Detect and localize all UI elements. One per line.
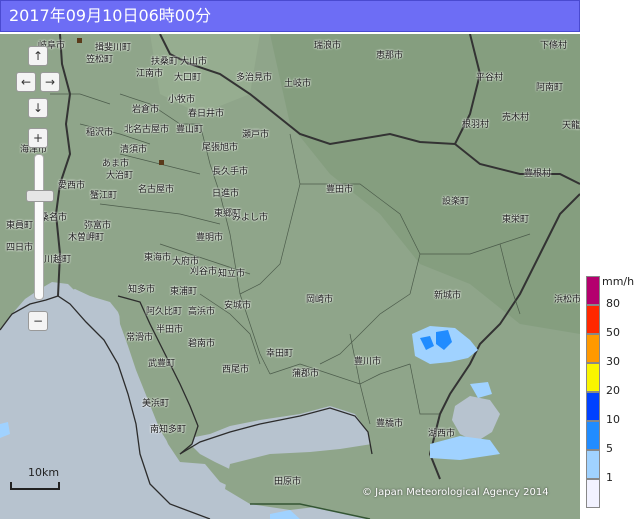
place-label-shitara: 設楽町 [442,197,470,207]
place-label-inuyama: 大山市 [180,57,208,67]
pan-down-button[interactable]: ↓ [28,98,48,118]
place-label-agui: 阿久比町 [146,307,183,317]
legend-level-label: 80 [606,297,620,310]
place-label-miyoshi: みよし市 [232,213,269,223]
place-label-urugi: 売木村 [502,113,530,123]
timestamp-label: 2017年09月10日06時00分 [9,6,212,25]
place-label-oguchi: 大口町 [174,73,202,83]
place-label-oharu: 大治町 [106,171,134,181]
zoom-slider-thumb[interactable] [26,190,54,202]
legend-level-label: 50 [606,326,620,339]
legend-swatch [586,305,600,334]
zoom-out-button[interactable]: − [28,311,48,331]
legend-level-label: 20 [606,384,620,397]
place-label-hiraya: 平谷村 [476,73,504,83]
place-label-shinshiro: 新城市 [434,291,462,301]
legend-swatch [586,334,600,363]
place-label-shimojo: 下條村 [540,41,568,51]
zoom-slider-track[interactable] [34,154,44,300]
place-label-kanie: 蟹江町 [90,191,118,201]
map-base [0,34,580,519]
place-label-toyokawa: 豊川市 [354,357,382,367]
place-label-nisshin: 日進市 [212,189,240,199]
pan-right-button[interactable]: → [40,72,60,92]
place-label-tokai: 東海市 [144,253,172,263]
place-label-toyoyama: 豊山町 [176,125,204,135]
radar-map[interactable]: 岐阜市 揖斐川町 笠松町 瑞浪市 恵那市 下條村 扶桑町 大山市 江南市 大口町… [0,34,580,519]
place-label-hekinan: 碧南市 [188,339,216,349]
place-label-nishio: 西尾市 [222,365,250,375]
place-label-yokkaichi: 四日市 [6,243,34,253]
place-label-kariya: 刈谷市 [190,267,218,277]
place-label-toyota: 豊田市 [326,185,354,195]
timestamp-bar: 2017年09月10日06時00分 [0,0,580,32]
legend-level-label: 30 [606,355,620,368]
place-label-aisai: 愛西市 [58,181,86,191]
zoom-in-button[interactable]: + [28,128,48,148]
legend-swatch [586,392,600,421]
place-label-komaki: 小牧市 [168,95,196,105]
place-label-mizunami: 瑞浪市 [314,41,342,51]
place-label-toyohashi: 豊橋市 [376,419,404,429]
place-label-tenryu: 天龍 [562,121,580,131]
place-label-konan: 江南市 [136,69,164,79]
town-marker [159,160,164,165]
place-label-kiyosu: 清須市 [120,145,148,155]
place-label-kuwana: 桑名市 [40,213,68,223]
place-label-takahama: 高浜市 [188,307,216,317]
pan-left-button[interactable]: ← [16,72,36,92]
place-label-nagoya: 名古屋市 [138,185,175,195]
legend-level-label: 10 [606,413,620,426]
place-label-neba: 根羽村 [462,120,490,130]
place-label-ena: 恵那市 [376,51,404,61]
legend-swatch [586,276,600,305]
place-label-seto: 瀬戸市 [242,130,270,140]
legend-level-label: 1 [606,471,613,484]
place-label-nagakute: 長久手市 [212,167,249,177]
place-label-anjo: 安城市 [224,301,252,311]
scale-label: 10km [28,466,60,479]
place-label-hamamatsu: 浜松市 [554,295,580,305]
legend-swatch [586,421,600,450]
place-label-kota: 幸田町 [266,349,294,359]
town-marker [77,38,82,43]
place-label-toyone: 豊根村 [524,169,552,179]
pan-up-button[interactable]: ↑ [28,46,48,66]
place-label-gamagori: 蒲郡市 [292,369,320,379]
place-label-tahara: 田原市 [274,477,302,487]
legend-unit: mm/h [602,275,635,288]
scale-bar: 10km [10,466,62,492]
legend-swatch [586,363,600,392]
place-label-iwakura: 岩倉市 [132,105,160,115]
legend-level-label: 5 [606,442,613,455]
place-label-tokoname: 常滑市 [126,333,154,343]
place-label-tajimi: 多治見市 [236,73,273,83]
place-label-toki: 土岐市 [284,79,312,89]
place-label-chiryu: 知立市 [218,269,246,279]
place-label-toin: 東員町 [6,221,34,231]
place-label-anan: 阿南町 [536,83,564,93]
place-label-kitanagoya: 北名古屋市 [124,125,170,135]
place-label-kisosaki: 木曽岬町 [68,233,105,243]
place-label-higashiura: 東浦町 [170,287,198,297]
place-label-mihama: 美浜町 [142,399,170,409]
place-label-taketoyo: 武豊町 [148,359,176,369]
place-label-kasugai: 春日井市 [188,109,225,119]
copyright-notice: © Japan Meteorological Agency 2014 [362,487,549,498]
place-label-inazawa: 稲沢市 [86,128,114,138]
place-label-kasamatsu: 笠松町 [86,55,114,65]
place-label-toyoake: 豊明市 [196,233,224,243]
place-label-owariasahi: 尾張旭市 [202,143,239,153]
place-label-okazaki: 岡崎市 [306,295,334,305]
place-label-kosai: 湖西市 [428,429,456,439]
scale-bar-graphic [10,482,60,490]
place-label-chita: 知多市 [128,285,156,295]
place-label-kawagoe: 川越町 [44,255,72,265]
place-label-minamichita: 南知多町 [150,425,187,435]
legend-swatch [586,479,600,508]
legend-swatch [586,450,600,479]
place-label-handa: 半田市 [156,325,184,335]
precipitation-legend: mm/h 80 50 30 20 10 5 1 [586,275,640,514]
place-label-toei: 東栄町 [502,215,530,225]
